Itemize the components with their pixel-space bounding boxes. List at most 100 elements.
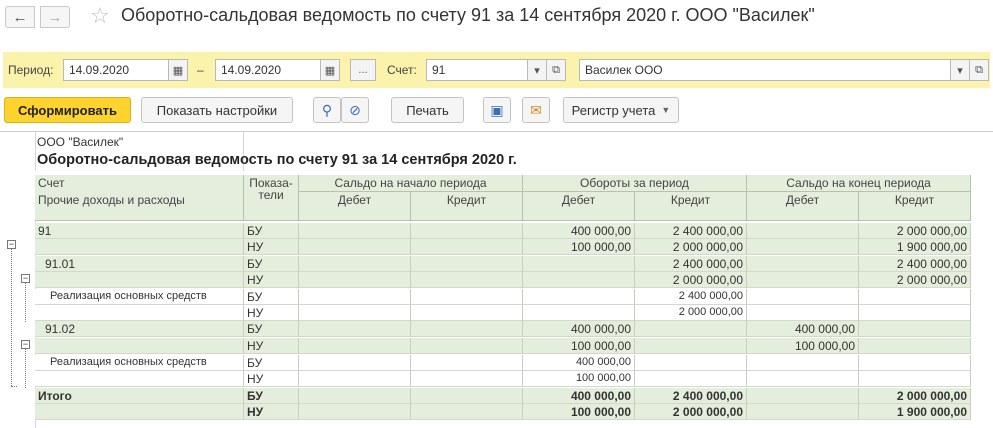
closing-debit-cell[interactable] bbox=[747, 305, 859, 321]
opening-credit-cell[interactable] bbox=[411, 371, 523, 387]
opening-debit-cell[interactable] bbox=[299, 321, 411, 337]
opening-debit-cell[interactable] bbox=[299, 338, 411, 354]
indicator-cell[interactable]: НУ bbox=[244, 272, 299, 288]
open-icon[interactable]: ⧉ bbox=[546, 59, 566, 81]
opening-debit-cell[interactable] bbox=[299, 388, 411, 404]
closing-credit-cell[interactable] bbox=[859, 321, 971, 337]
account-name-cell[interactable]: Реализация основных средств bbox=[35, 355, 244, 371]
closing-credit-cell[interactable] bbox=[859, 355, 971, 371]
opening-credit-cell[interactable] bbox=[411, 321, 523, 337]
back-button[interactable]: ← bbox=[5, 6, 35, 28]
turnover-credit-cell[interactable]: 2 000 000,00 bbox=[635, 239, 747, 255]
closing-credit-cell[interactable] bbox=[859, 305, 971, 321]
closing-credit-cell[interactable] bbox=[859, 289, 971, 305]
turnover-credit-cell[interactable] bbox=[635, 321, 747, 337]
opening-debit-cell[interactable] bbox=[299, 223, 411, 239]
dropdown-icon[interactable]: ▾ bbox=[527, 59, 547, 81]
turnover-debit-cell[interactable] bbox=[523, 256, 635, 272]
opening-credit-cell[interactable] bbox=[411, 289, 523, 305]
turnover-debit-cell[interactable]: 100 000,00 bbox=[523, 338, 635, 354]
turnover-debit-cell[interactable] bbox=[523, 272, 635, 288]
account-name-cell[interactable]: 91.02 bbox=[35, 321, 244, 337]
date-to-field[interactable]: 14.09.2020 bbox=[215, 59, 321, 81]
turnover-debit-cell[interactable]: 400 000,00 bbox=[523, 321, 635, 337]
generate-button[interactable]: Сформировать bbox=[4, 97, 131, 123]
opening-credit-cell[interactable] bbox=[411, 388, 523, 404]
calendar-icon[interactable]: ▦ bbox=[320, 59, 340, 81]
closing-credit-cell[interactable]: 2 400 000,00 bbox=[859, 256, 971, 272]
account-name-cell[interactable] bbox=[35, 371, 244, 387]
print-button[interactable]: Печать bbox=[391, 97, 464, 123]
indicator-cell[interactable]: НУ bbox=[244, 239, 299, 255]
account-name-cell[interactable]: 91.01 bbox=[35, 256, 244, 272]
date-from-field[interactable]: 14.09.2020 bbox=[63, 59, 169, 81]
closing-debit-cell[interactable]: 100 000,00 bbox=[747, 338, 859, 354]
indicator-cell[interactable]: НУ bbox=[244, 371, 299, 387]
register-button[interactable]: Регистр учета ▼ bbox=[563, 97, 679, 123]
turnover-credit-cell[interactable]: 2 000 000,00 bbox=[635, 305, 747, 321]
opening-credit-cell[interactable] bbox=[411, 256, 523, 272]
opening-debit-cell[interactable] bbox=[299, 371, 411, 387]
turnover-debit-cell[interactable]: 100 000,00 bbox=[523, 239, 635, 255]
account-name-cell[interactable]: Итого bbox=[35, 388, 244, 404]
closing-credit-cell[interactable]: 2 000 000,00 bbox=[859, 223, 971, 239]
account-name-cell[interactable] bbox=[35, 404, 244, 420]
indicator-cell[interactable]: БУ bbox=[244, 355, 299, 371]
opening-credit-cell[interactable] bbox=[411, 223, 523, 239]
closing-debit-cell[interactable]: 400 000,00 bbox=[747, 321, 859, 337]
turnover-debit-cell[interactable] bbox=[523, 289, 635, 305]
closing-debit-cell[interactable] bbox=[747, 371, 859, 387]
turnover-credit-cell[interactable]: 2 400 000,00 bbox=[635, 223, 747, 239]
calendar-icon[interactable]: ▦ bbox=[168, 59, 188, 81]
indicator-cell[interactable]: НУ bbox=[244, 338, 299, 354]
closing-debit-cell[interactable] bbox=[747, 256, 859, 272]
opening-debit-cell[interactable] bbox=[299, 355, 411, 371]
opening-debit-cell[interactable] bbox=[299, 272, 411, 288]
indicator-cell[interactable]: БУ bbox=[244, 223, 299, 239]
period-select-button[interactable]: ... bbox=[350, 59, 376, 81]
save-button[interactable]: ▣ bbox=[483, 97, 511, 123]
collapse-icon[interactable]: − bbox=[21, 340, 30, 349]
dropdown-icon[interactable]: ▾ bbox=[950, 59, 970, 81]
opening-credit-cell[interactable] bbox=[411, 239, 523, 255]
closing-credit-cell[interactable] bbox=[859, 371, 971, 387]
account-field[interactable]: 91 bbox=[426, 59, 528, 81]
closing-credit-cell[interactable]: 2 000 000,00 bbox=[859, 388, 971, 404]
closing-credit-cell[interactable]: 2 000 000,00 bbox=[859, 272, 971, 288]
account-name-cell[interactable] bbox=[35, 239, 244, 255]
turnover-debit-cell[interactable] bbox=[523, 305, 635, 321]
collapse-icon[interactable]: − bbox=[21, 274, 30, 283]
account-name-cell[interactable]: 91 bbox=[35, 223, 244, 239]
turnover-credit-cell[interactable]: 2 000 000,00 bbox=[635, 272, 747, 288]
opening-debit-cell[interactable] bbox=[299, 239, 411, 255]
opening-debit-cell[interactable] bbox=[299, 289, 411, 305]
cancel-search-button[interactable]: ⊘ bbox=[341, 97, 369, 123]
opening-debit-cell[interactable] bbox=[299, 256, 411, 272]
account-name-cell[interactable] bbox=[35, 305, 244, 321]
turnover-credit-cell[interactable]: 2 400 000,00 bbox=[635, 388, 747, 404]
forward-button[interactable]: → bbox=[40, 6, 70, 28]
show-settings-button[interactable]: Показать настройки bbox=[141, 97, 293, 123]
indicator-cell[interactable]: НУ bbox=[244, 404, 299, 420]
closing-debit-cell[interactable] bbox=[747, 388, 859, 404]
indicator-cell[interactable]: БУ bbox=[244, 256, 299, 272]
opening-debit-cell[interactable] bbox=[299, 305, 411, 321]
account-name-cell[interactable] bbox=[35, 338, 244, 354]
opening-credit-cell[interactable] bbox=[411, 338, 523, 354]
star-icon[interactable]: ☆ bbox=[90, 3, 110, 29]
email-button[interactable]: ✉ bbox=[522, 97, 550, 123]
turnover-debit-cell[interactable]: 400 000,00 bbox=[523, 388, 635, 404]
indicator-cell[interactable]: БУ bbox=[244, 289, 299, 305]
opening-credit-cell[interactable] bbox=[411, 305, 523, 321]
account-name-cell[interactable] bbox=[35, 272, 244, 288]
opening-debit-cell[interactable] bbox=[299, 404, 411, 420]
search-button[interactable]: ⚲ bbox=[313, 97, 341, 123]
closing-debit-cell[interactable] bbox=[747, 239, 859, 255]
turnover-credit-cell[interactable]: 2 400 000,00 bbox=[635, 289, 747, 305]
account-name-cell[interactable]: Реализация основных средств bbox=[35, 289, 244, 305]
open-icon[interactable]: ⧉ bbox=[969, 59, 989, 81]
collapse-icon[interactable]: − bbox=[7, 240, 16, 249]
indicator-cell[interactable]: БУ bbox=[244, 388, 299, 404]
turnover-debit-cell[interactable]: 400 000,00 bbox=[523, 223, 635, 239]
closing-credit-cell[interactable]: 1 900 000,00 bbox=[859, 404, 971, 420]
